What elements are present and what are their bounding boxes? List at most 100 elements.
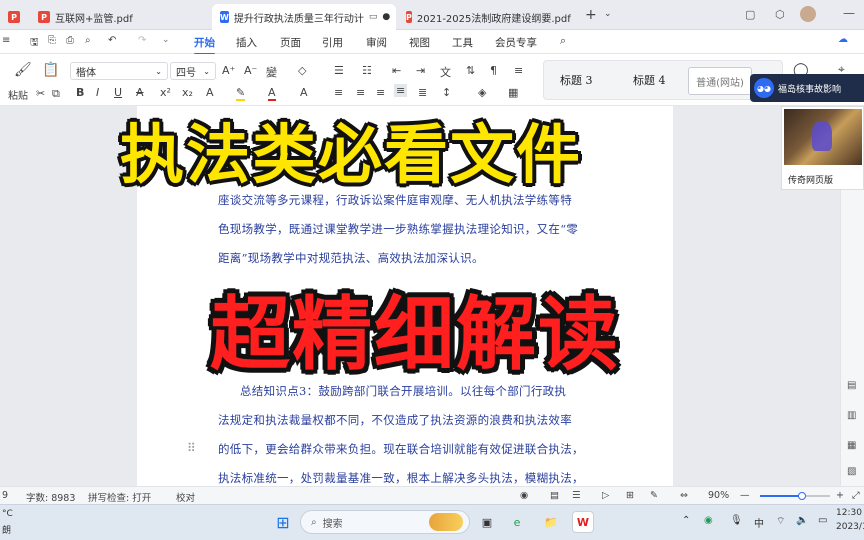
font-name-select[interactable]: 楷体 ⌄ [70,62,168,80]
zoom-level[interactable]: 90% [708,490,729,501]
align-center-icon[interactable]: ≡ [356,86,365,99]
chinese-layout-icon[interactable]: 文 [440,64,451,80]
highlight-icon[interactable]: ✎ [236,86,246,101]
show-marks-icon[interactable]: ¶ [490,64,497,77]
tab-3-active[interactable]: W 提升行政执法质量三年行动计 ▭ ● [212,4,396,30]
paste-button[interactable]: 粘贴 [8,87,28,102]
menu-vip[interactable]: 会员专享 [495,35,537,50]
clear-format-icon[interactable]: ◇ [298,64,306,77]
menu-view[interactable]: 视图 [409,35,430,50]
new-tab-icon[interactable]: + [585,7,597,23]
grow-font-icon[interactable]: A⁺ [222,64,235,77]
format-painter-icon[interactable]: 🖌 [14,62,32,78]
bold-icon[interactable]: B [76,86,84,99]
word-count[interactable]: 字数: 8983 [26,490,75,504]
sort-icon[interactable]: ⇅ [466,64,475,77]
tool-icon[interactable]: ▥ [847,410,856,421]
page-view-icon[interactable]: ▤ [550,490,559,501]
wifi-icon[interactable]: ⌔ [776,515,785,528]
shading-icon[interactable]: ◈ [478,86,486,99]
underline-icon[interactable]: U [114,86,122,99]
increase-indent-icon[interactable]: ⇥ [416,64,425,77]
zoom-in-icon[interactable]: + [836,490,844,501]
security-tray-icon[interactable]: ◉ [704,515,713,526]
zoom-out-icon[interactable]: — [740,490,750,501]
cut-icon[interactable]: ✂ [36,87,45,100]
bullet-list-icon[interactable]: ☰ [334,64,344,77]
superscript-icon[interactable]: x² [160,86,171,99]
news-popup-header[interactable]: ◕◕ 福岛核事故影响 [750,74,864,102]
strikethrough-icon[interactable]: A [136,86,144,99]
fit-icon[interactable]: ⇔ [680,490,688,501]
ad-card[interactable]: 传奇网页版 [781,106,864,190]
clock-time[interactable]: 12:30 [836,508,862,518]
battery-icon[interactable]: ▭ [818,515,827,526]
decrease-indent-icon[interactable]: ⇤ [392,64,401,77]
mic-icon[interactable]: 🎙 [730,515,743,526]
proofread[interactable]: 校对 [176,490,195,504]
font-size-select[interactable]: 四号 ⌄ [170,62,216,80]
weather-desc[interactable]: 朗 [2,523,11,536]
menu-reference[interactable]: 引用 [322,35,343,50]
redo-icon[interactable]: ↷ [138,35,146,46]
tool-icon[interactable]: ▦ [847,440,856,451]
print-icon[interactable]: ⎙ [66,35,74,46]
style-normal[interactable]: 普通(网站) [688,67,752,95]
save-icon[interactable]: 🖫 [30,35,39,52]
copy-icon[interactable]: ⧉ [52,87,60,101]
spell-check[interactable]: 拼写检查: 打开 [88,490,151,504]
menu-tools[interactable]: 工具 [452,35,473,50]
minimize-icon[interactable]: — [843,6,855,20]
distribute-icon[interactable]: ≣ [418,86,427,99]
align-right-icon[interactable]: ≡ [376,86,385,99]
preview-icon[interactable]: ⌕ [85,35,91,46]
fullscreen-icon[interactable]: ⤢ [852,490,860,501]
clock-date[interactable]: 2023/1 [836,522,864,532]
outline-view-icon[interactable]: ☰ [572,490,581,501]
taskbar-search[interactable]: ⌕ 搜索 [300,510,470,534]
dot-icon[interactable]: ● [382,12,390,22]
volume-icon[interactable]: 🔈 [796,515,808,526]
style-heading4[interactable]: 标题 4 [633,72,666,88]
text-effect-icon[interactable]: A [206,86,214,99]
menu-insert[interactable]: 插入 [236,35,257,50]
tool-icon[interactable]: ▤ [847,380,856,391]
page-number[interactable]: 9 [2,490,8,501]
drag-handle-icon[interactable]: ⠿ [187,441,196,455]
menu-toggle-icon[interactable]: ≡ [2,35,10,46]
undo-icon[interactable]: ↶ [108,35,116,46]
chevron-down-icon[interactable]: ⌄ [162,35,170,45]
tab-4[interactable]: P 2021-2025法制政府建设纲要.pdf [398,4,578,30]
avatar[interactable] [800,6,816,22]
cloud-icon[interactable]: ☁ [838,34,848,45]
wps-office-icon[interactable]: W [572,511,594,533]
ime-indicator[interactable]: 中 [754,515,764,530]
numbered-list-icon[interactable]: ☷ [362,64,372,77]
menu-home[interactable]: 开始 [194,35,215,55]
style-heading3[interactable]: 标题 3 [560,72,593,88]
line-spacing-icon[interactable]: ↕ [442,86,451,99]
border-icon[interactable]: ▦ [508,86,518,99]
font-color-icon[interactable]: A [268,86,276,101]
shrink-font-icon[interactable]: A⁻ [244,64,257,77]
menu-review[interactable]: 审阅 [366,35,387,50]
write-icon[interactable]: ✎ [650,490,658,501]
chevron-up-icon[interactable]: ⌃ [682,515,690,526]
zoom-slider-handle[interactable] [798,492,806,500]
justify-icon[interactable]: ≡ [394,84,408,97]
screen-icon[interactable]: ▢ [745,8,755,21]
eye-icon[interactable]: ◉ [520,490,528,501]
box-icon[interactable]: ⬡ [775,8,785,21]
search-icon[interactable]: ⌕ [560,34,566,48]
zoom-slider[interactable] [760,492,830,500]
edge-browser-icon[interactable]: e [506,511,528,533]
tool-icon[interactable]: ▧ [847,466,856,477]
export-icon[interactable]: ⎘ [48,35,56,46]
paste-icon[interactable]: 📋 [42,62,59,78]
char-border-icon[interactable]: A [300,86,308,99]
tab-1[interactable]: P [0,4,30,30]
task-view-icon[interactable]: ▣ [476,511,498,533]
phonetic-icon[interactable]: 變 [266,64,277,80]
subscript-icon[interactable]: x₂ [182,86,193,99]
align-left-icon[interactable]: ≡ [334,86,343,99]
